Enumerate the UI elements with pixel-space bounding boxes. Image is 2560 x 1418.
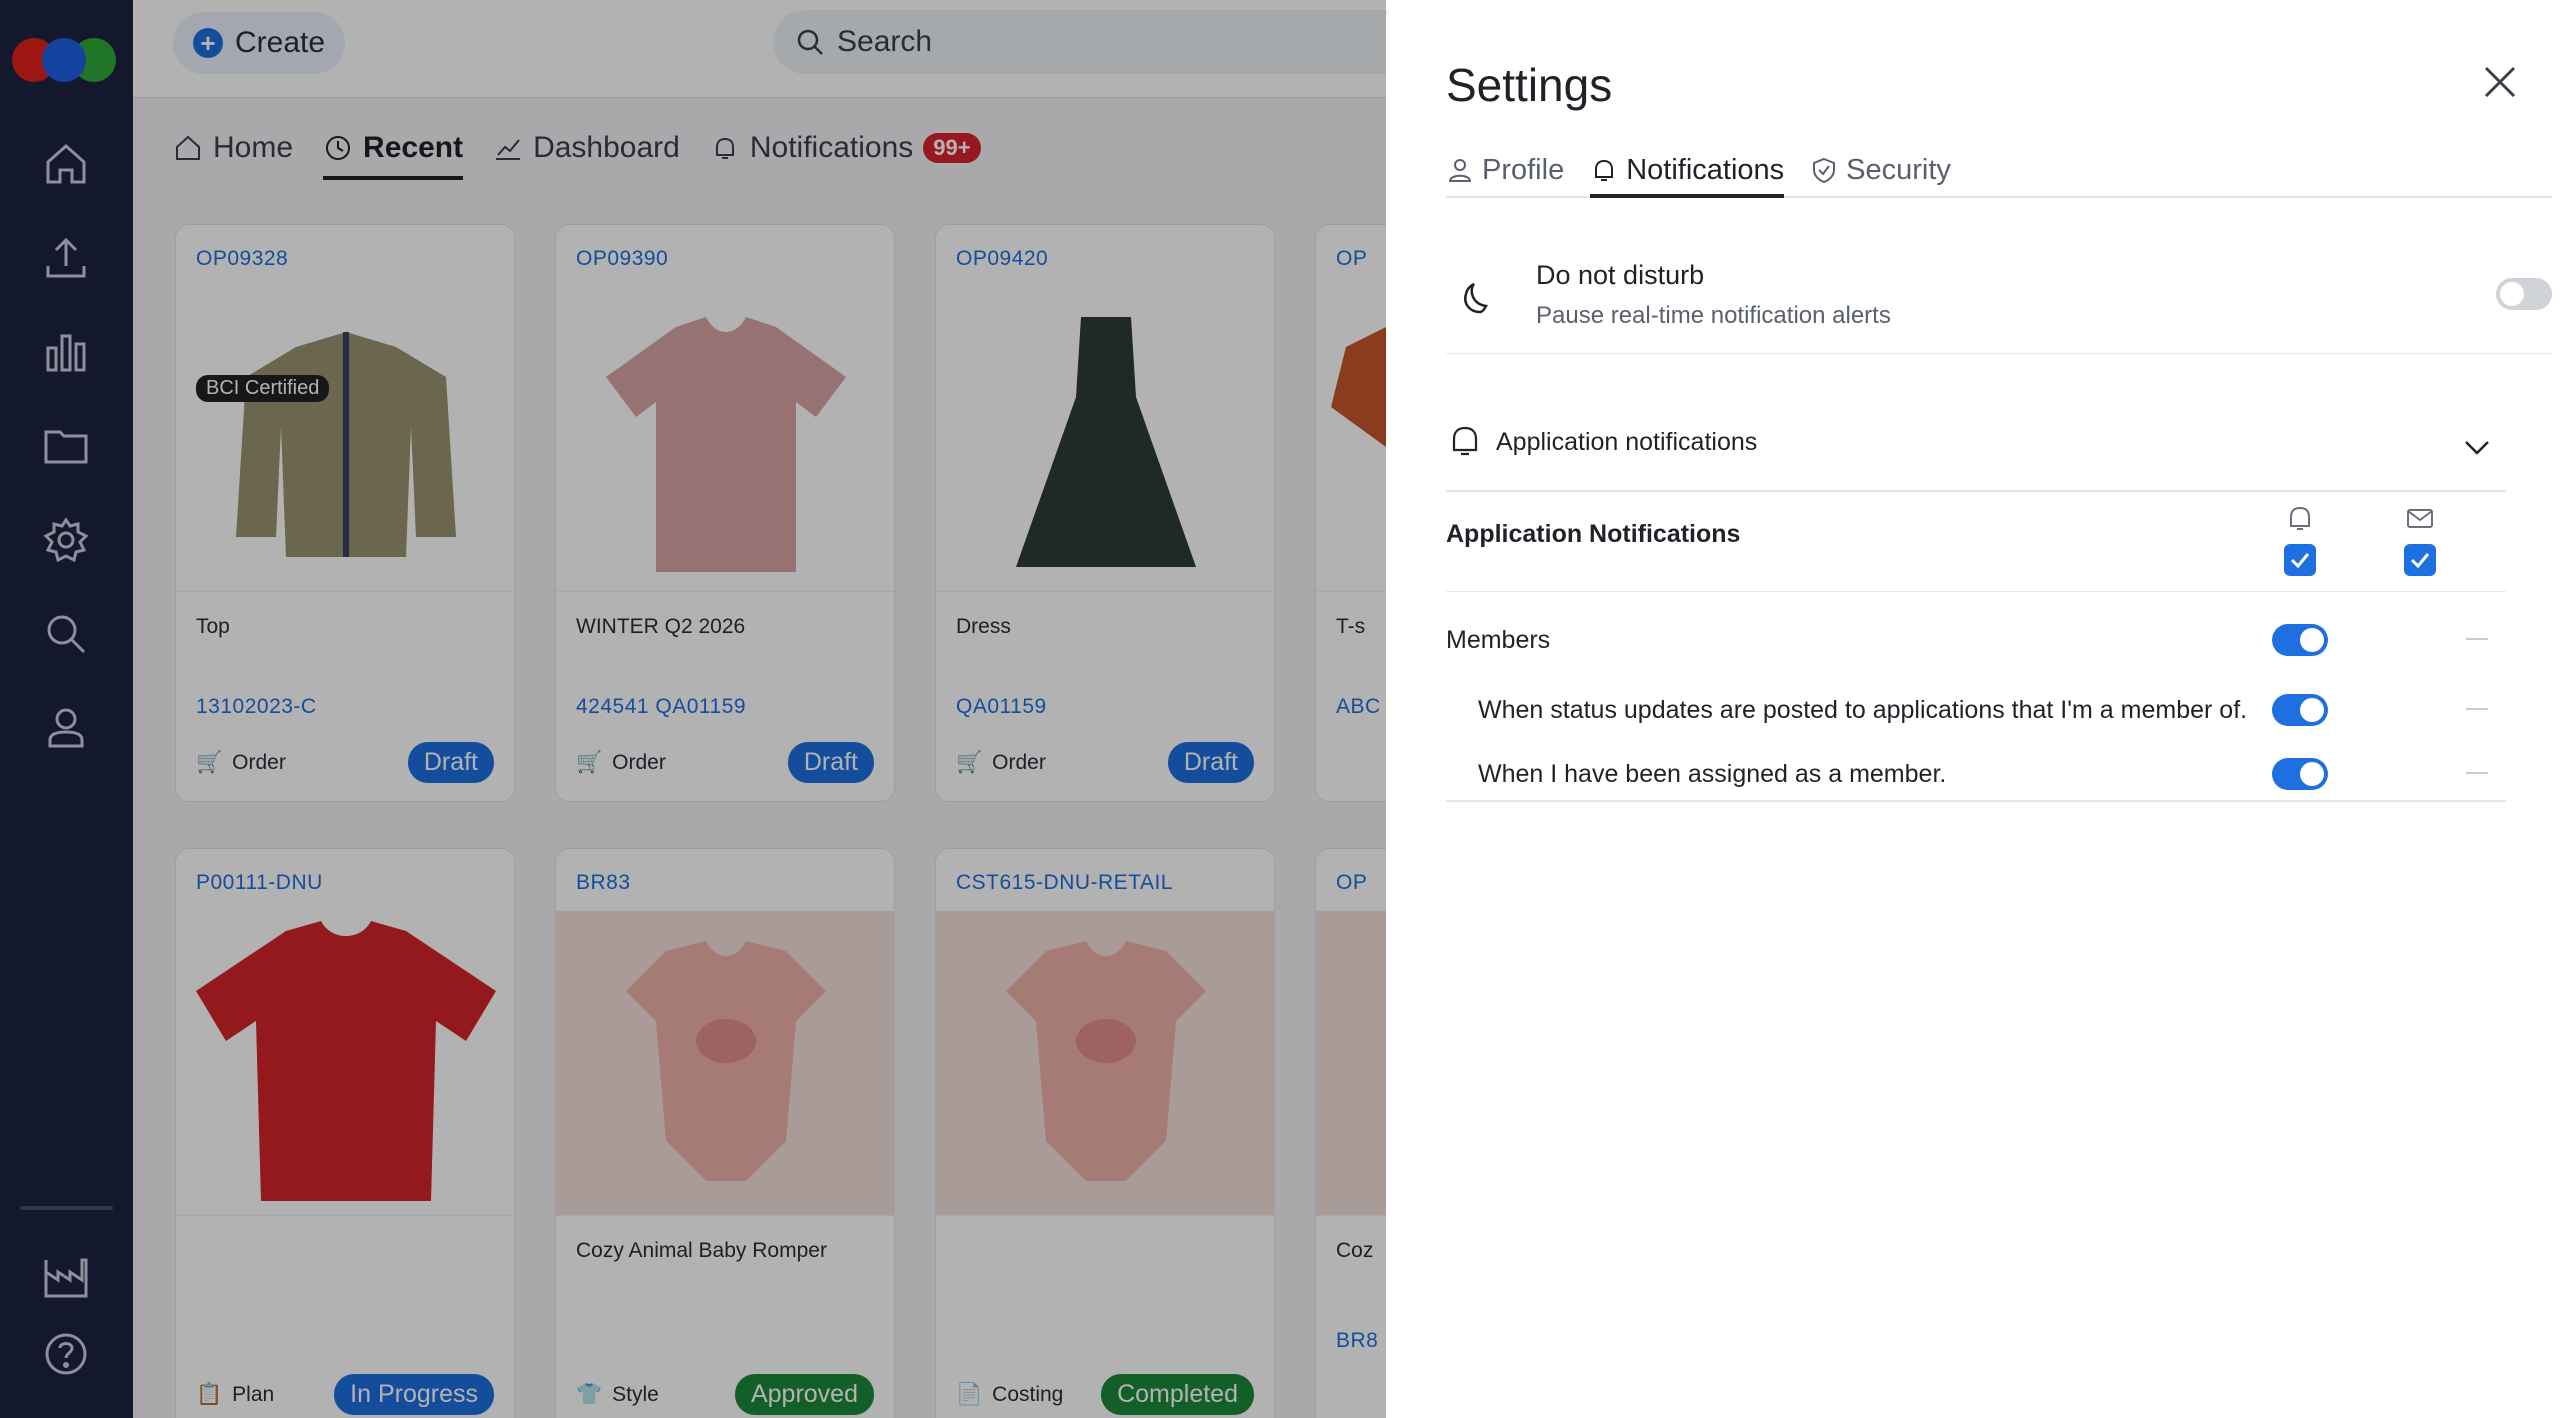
- bell-icon: [2290, 506, 2310, 530]
- row-label: Application Notifications: [1446, 520, 1741, 548]
- tab-notifications-label: Notifications: [1626, 153, 1785, 186]
- email-disabled-dash: [2466, 708, 2488, 710]
- member-status-updates-row: When status updates are posted to applic…: [1446, 684, 2506, 734]
- in-app-checkbox[interactable]: [2284, 544, 2316, 576]
- members-row: Members: [1446, 614, 2506, 664]
- check-icon: [2410, 553, 2430, 569]
- application-notifications-row: Application Notifications: [1446, 492, 2506, 592]
- email-disabled-dash: [2466, 638, 2488, 640]
- tab-profile-label: Profile: [1482, 153, 1565, 186]
- members-toggle[interactable]: [2272, 624, 2328, 656]
- dnd-description: Pause real-time notification alerts: [1536, 302, 1891, 329]
- tab-security-label: Security: [1846, 153, 1951, 186]
- tab-profile[interactable]: Profile: [1446, 144, 1564, 196]
- moon-icon: [1464, 282, 1488, 314]
- close-button[interactable]: [2478, 60, 2522, 104]
- member-assigned-label: When I have been assigned as a member.: [1478, 760, 1947, 788]
- user-icon: [1448, 159, 1472, 182]
- section-label: Application notifications: [1496, 428, 1758, 456]
- mail-icon: [2407, 509, 2433, 528]
- settings-tabs: Profile Notifications Security: [1446, 144, 2552, 198]
- member-assigned-row: When I have been assigned as a member.: [1446, 748, 2506, 798]
- check-icon: [2290, 553, 2310, 569]
- members-group: Members When status updates are posted t…: [1446, 592, 2506, 802]
- dnd-toggle[interactable]: [2496, 278, 2552, 310]
- member-status-updates-label: When status updates are posted to applic…: [1478, 696, 2248, 724]
- email-disabled-dash: [2466, 772, 2488, 774]
- settings-title: Settings: [1446, 59, 1613, 111]
- modal-backdrop[interactable]: [0, 0, 1386, 1418]
- do-not-disturb-row: Do not disturb Pause real-time notificat…: [1446, 242, 2552, 354]
- bell-icon: [1595, 159, 1614, 181]
- settings-panel: Settings Profile Notifications Security …: [1386, 0, 2560, 1418]
- shield-icon: [1813, 157, 1836, 184]
- email-checkbox[interactable]: [2404, 544, 2436, 576]
- member-assigned-toggle[interactable]: [2272, 758, 2328, 790]
- member-status-updates-toggle[interactable]: [2272, 694, 2328, 726]
- dnd-title: Do not disturb: [1536, 260, 1705, 290]
- close-icon: [2484, 66, 2516, 98]
- application-notifications-section[interactable]: Application notifications: [1446, 400, 2506, 492]
- bell-icon: [1452, 426, 1478, 456]
- tab-security[interactable]: Security: [1810, 144, 1951, 196]
- members-label: Members: [1446, 626, 1551, 654]
- tab-notifications[interactable]: Notifications: [1590, 144, 1785, 198]
- chevron-down-icon[interactable]: [2460, 430, 2494, 464]
